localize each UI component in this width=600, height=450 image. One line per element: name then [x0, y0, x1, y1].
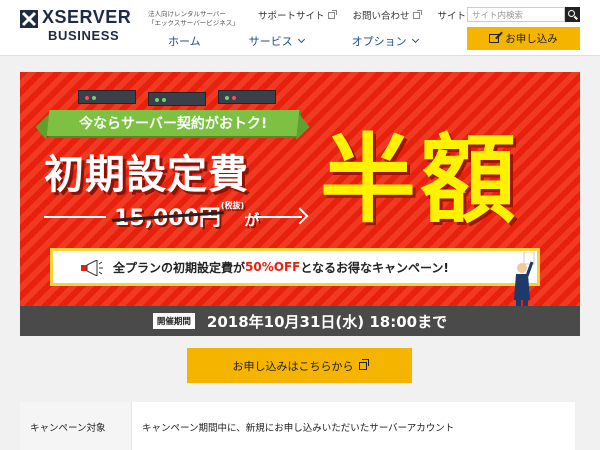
period-bar: 開催期間 2018年10月31日(水) 18:00まで: [20, 306, 580, 336]
server-icon: [218, 90, 276, 104]
external-link-icon: [412, 9, 422, 19]
campaign-notice: 全プランの初期設定費が 50%OFF となるお得なキャンペーン!: [50, 248, 540, 286]
megaphone-icon: [81, 260, 103, 276]
util-link-support[interactable]: サポートサイト: [258, 8, 337, 22]
fee-title: 初期設定費: [44, 152, 249, 198]
old-price-row: 15,000円(税抜)が: [44, 200, 309, 231]
apply-here-button[interactable]: お申し込みはこちらから: [187, 348, 412, 383]
site-header: XSERVER BUSINESS 法人向けレンタルサーバー 「エックスサーバービ…: [0, 0, 600, 56]
half-price-headline: 半額: [320, 124, 520, 236]
search-icon: [568, 10, 575, 17]
main-nav: ホーム サービス オプション: [168, 33, 466, 49]
external-link-icon: [327, 9, 337, 19]
table-header-cell: キャンペーン対象: [20, 402, 132, 450]
table-value-cell: キャンペーン期間中に、新規にお申し込みいただいたサーバーアカウント: [142, 423, 455, 434]
util-link-contact[interactable]: お問い合わせ: [352, 8, 422, 22]
nav-option[interactable]: オプション: [351, 33, 419, 49]
util-link-label: お問い合わせ: [352, 11, 410, 22]
chevron-down-icon: [297, 35, 305, 44]
tagline-line: 法人向けレンタルサーバー: [148, 10, 226, 18]
chevron-down-icon: [411, 35, 419, 44]
util-link-label: サポートサイト: [258, 11, 325, 22]
brand-name[interactable]: XSERVER: [42, 7, 131, 28]
nav-label: サービス: [248, 35, 293, 48]
search-input[interactable]: サイト内検索: [467, 7, 565, 22]
edit-icon: [489, 34, 500, 43]
search-button[interactable]: [565, 7, 580, 22]
nav-service[interactable]: サービス: [248, 33, 305, 49]
notice-text-post: となるお得なキャンペーン!: [300, 260, 449, 275]
apply-here-label: お申し込みはこちらから: [232, 359, 354, 373]
xserver-logo-icon[interactable]: [20, 10, 38, 28]
notice-discount: 50%OFF: [245, 260, 301, 274]
period-label: 開催期間: [152, 313, 195, 329]
brand-tagline: 法人向けレンタルサーバー 「エックスサーバービジネス」: [148, 10, 239, 28]
promo-ribbon: 今ならサーバー契約がおトク!: [46, 110, 300, 136]
server-icon: [78, 90, 136, 104]
nav-label: オプション: [351, 35, 407, 48]
old-price-tax: (税抜): [220, 201, 245, 210]
server-icon: [148, 92, 206, 106]
brand-sub[interactable]: BUSINESS: [48, 28, 119, 43]
notice-text-pre: 全プランの初期設定費が: [113, 260, 246, 275]
period-date: 2018年10月31日(水) 18:00まで: [206, 312, 448, 331]
campaign-banner: 今ならサーバー契約がおトク! 初期設定費 15,000円(税抜)が 半額 全プラ…: [20, 72, 580, 336]
apply-button[interactable]: お申し込み: [467, 27, 580, 50]
old-price-suffix: が: [244, 211, 260, 229]
external-window-icon: [358, 358, 369, 370]
arrow-right-icon: [291, 207, 309, 225]
tagline-line: 「エックスサーバービジネス」: [148, 19, 239, 27]
campaign-info-table: キャンペーン対象 キャンペーン期間中に、新規にお申し込みいただいたサーバーアカウ…: [20, 402, 575, 450]
nav-home[interactable]: ホーム: [168, 33, 201, 49]
nav-label: ホーム: [168, 35, 201, 48]
promo-text: 今ならサーバー契約がおトク!: [78, 116, 268, 132]
apply-label: お申し込み: [505, 33, 558, 45]
